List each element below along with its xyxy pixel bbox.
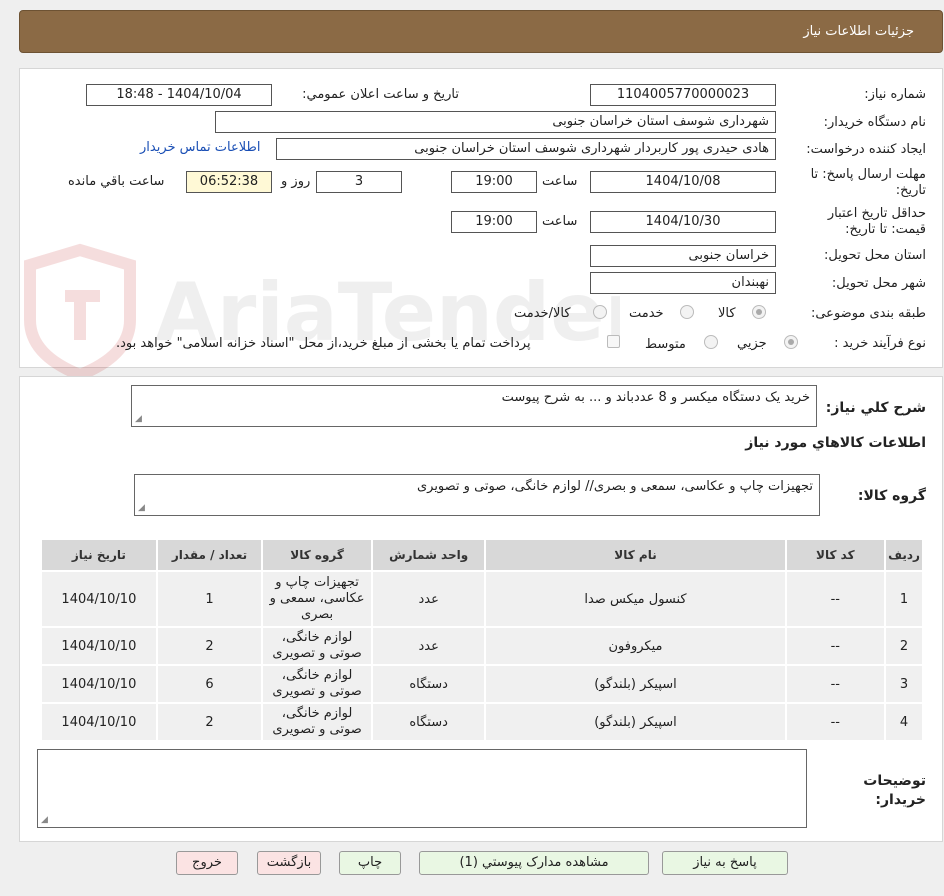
column-header: تاریخ نیاز (42, 540, 156, 570)
deadline-time-label: ساعت (542, 174, 578, 189)
category-radio-service[interactable] (680, 305, 694, 319)
item-name: کنسول میکس صدا (486, 572, 785, 626)
page-header: جزئیات اطلاعات نیاز (19, 10, 943, 53)
item-quantity: 1 (157, 572, 262, 626)
row-number: 3 (886, 666, 922, 702)
table-row[interactable]: 2 -- میکروفون عدد لوازم خانگی، صوتی و تص… (42, 628, 922, 664)
days-label: روز و (281, 174, 311, 189)
announce-field[interactable]: 1404/10/04 - 18:48 (86, 84, 272, 106)
item-code: -- (786, 572, 885, 626)
buyer-org-label: نام دستگاه خریدار: (823, 115, 926, 130)
city-label: شهر محل تحویل: (831, 276, 926, 291)
validity-time-label: ساعت (542, 214, 578, 229)
validity-label: حداقل تاریخ اعتبار قیمت: تا تاریخ: (827, 206, 926, 237)
category-option-goods: کالا (718, 306, 736, 321)
item-group: لوازم خانگی، صوتی و تصویری (263, 704, 371, 740)
row-number: 2 (886, 628, 922, 664)
item-date: 1404/10/10 (42, 704, 156, 740)
table-row[interactable]: 1 -- کنسول میکس صدا عدد تجهیزات چاپ و عک… (42, 572, 922, 626)
view-attachments-button[interactable]: مشاهده مدارک پیوستي (1) (419, 851, 649, 875)
deadline-time-field[interactable]: 19:00 (451, 171, 537, 193)
goods-section-title: اطلاعات کالاهاي مورد نیاز (745, 435, 926, 451)
item-code: -- (786, 628, 885, 664)
item-unit: دستگاه (372, 666, 485, 702)
days-field[interactable]: 3 (316, 171, 402, 193)
need-number-field[interactable]: 1104005770000023 (590, 84, 776, 106)
column-header: واحد شمارش (372, 540, 485, 570)
item-name: اسپیکر (بلندگو) (486, 666, 785, 702)
goods-group-text: تجهیزات چاپ و عکاسی، سمعی و بصری// لوازم… (416, 479, 813, 494)
goods-group-textarea[interactable]: تجهیزات چاپ و عکاسی، سمعی و بصری// لوازم… (134, 474, 820, 516)
item-unit: دستگاه (372, 704, 485, 740)
summary-text: خرید یک دستگاه میکسر و 8 عددباند و ... ب… (501, 390, 810, 405)
column-header: تعداد / مقدار (157, 540, 262, 570)
print-button[interactable]: چاپ (339, 851, 401, 875)
column-header: کد کالا (786, 540, 885, 570)
creator-label: ایجاد کننده درخواست: (806, 142, 926, 157)
resize-grip-icon[interactable]: ◢ (135, 414, 142, 424)
process-label: نوع فرآیند خرید : (834, 336, 926, 351)
buyer-notes-textarea[interactable]: ◢ (37, 749, 807, 828)
page-title: جزئیات اطلاعات نیاز (803, 24, 914, 39)
item-date: 1404/10/10 (42, 628, 156, 664)
remaining-time-field: 06:52:38 (186, 171, 272, 193)
payment-note: پرداخت تمام یا بخشی از مبلغ خرید،از محل … (116, 336, 531, 351)
item-date: 1404/10/10 (42, 572, 156, 626)
item-unit: عدد (372, 572, 485, 626)
validity-time-field[interactable]: 19:00 (451, 211, 537, 233)
city-field[interactable]: نهبندان (590, 272, 776, 294)
exit-button[interactable]: خروج (176, 851, 238, 875)
row-number: 1 (886, 572, 922, 626)
resize-grip-icon[interactable]: ◢ (41, 815, 48, 825)
item-group: لوازم خانگی، صوتی و تصویری (263, 666, 371, 702)
category-radio-both[interactable] (593, 305, 607, 319)
treasury-payment-checkbox[interactable] (607, 335, 620, 348)
item-name: اسپیکر (بلندگو) (486, 704, 785, 740)
province-label: استان محل تحویل: (824, 248, 926, 263)
need-number-label: شماره نیاز: (864, 87, 926, 102)
table-header-row: ردیف کد کالا نام کالا واحد شمارش گروه کا… (42, 540, 922, 570)
buyer-notes-label: توضیحات خریدار: (863, 773, 926, 808)
goods-table: ردیف کد کالا نام کالا واحد شمارش گروه کا… (40, 538, 924, 742)
deadline-label: مهلت ارسال پاسخ: تا تاریخ: (810, 167, 926, 198)
province-field[interactable]: خراسان جنوبی (590, 245, 776, 267)
item-quantity: 6 (157, 666, 262, 702)
summary-textarea[interactable]: خرید یک دستگاه میکسر و 8 عددباند و ... ب… (131, 385, 817, 427)
item-unit: عدد (372, 628, 485, 664)
item-quantity: 2 (157, 628, 262, 664)
remaining-label: ساعت باقي مانده (68, 174, 165, 189)
row-number: 4 (886, 704, 922, 740)
goods-group-label: گروه کالا: (857, 488, 926, 504)
table-row[interactable]: 4 -- اسپیکر (بلندگو) دستگاه لوازم خانگی،… (42, 704, 922, 740)
announce-label: تاریخ و ساعت اعلان عمومي: (302, 87, 459, 102)
column-header: گروه کالا (263, 540, 371, 570)
back-button[interactable]: بازگشت (257, 851, 321, 875)
item-group: لوازم خانگی، صوتی و تصویری (263, 628, 371, 664)
process-radio-medium[interactable] (704, 335, 718, 349)
buyer-org-field[interactable]: شهرداری شوسف استان خراسان جنوبی (215, 111, 776, 133)
item-group: تجهیزات چاپ و عکاسی، سمعی و بصری (263, 572, 371, 626)
item-code: -- (786, 704, 885, 740)
item-name: میکروفون (486, 628, 785, 664)
process-radio-minor[interactable] (784, 335, 798, 349)
creator-field[interactable]: هادی حیدری پور کاربردار شهرداری شوسف است… (276, 138, 776, 160)
reply-button[interactable]: پاسخ به نیاز (662, 851, 788, 875)
item-date: 1404/10/10 (42, 666, 156, 702)
table-row[interactable]: 3 -- اسپیکر (بلندگو) دستگاه لوازم خانگی،… (42, 666, 922, 702)
category-label: طبقه بندی موضوعی: (810, 306, 926, 321)
resize-grip-icon[interactable]: ◢ (138, 503, 145, 513)
category-option-both: کالا/خدمت (514, 306, 571, 321)
validity-date-field[interactable]: 1404/10/30 (590, 211, 776, 233)
category-option-service: خدمت (629, 306, 664, 321)
summary-label: شرح کلي نیاز: (825, 400, 926, 416)
process-option-medium: متوسط (645, 337, 686, 352)
item-code: -- (786, 666, 885, 702)
deadline-date-field[interactable]: 1404/10/08 (590, 171, 776, 193)
buyer-contact-link[interactable]: اطلاعات تماس خریدار (140, 140, 260, 155)
column-header: ردیف (886, 540, 922, 570)
column-header: نام کالا (486, 540, 785, 570)
item-quantity: 2 (157, 704, 262, 740)
category-radio-goods[interactable] (752, 305, 766, 319)
process-option-minor: جزیي (737, 336, 767, 351)
